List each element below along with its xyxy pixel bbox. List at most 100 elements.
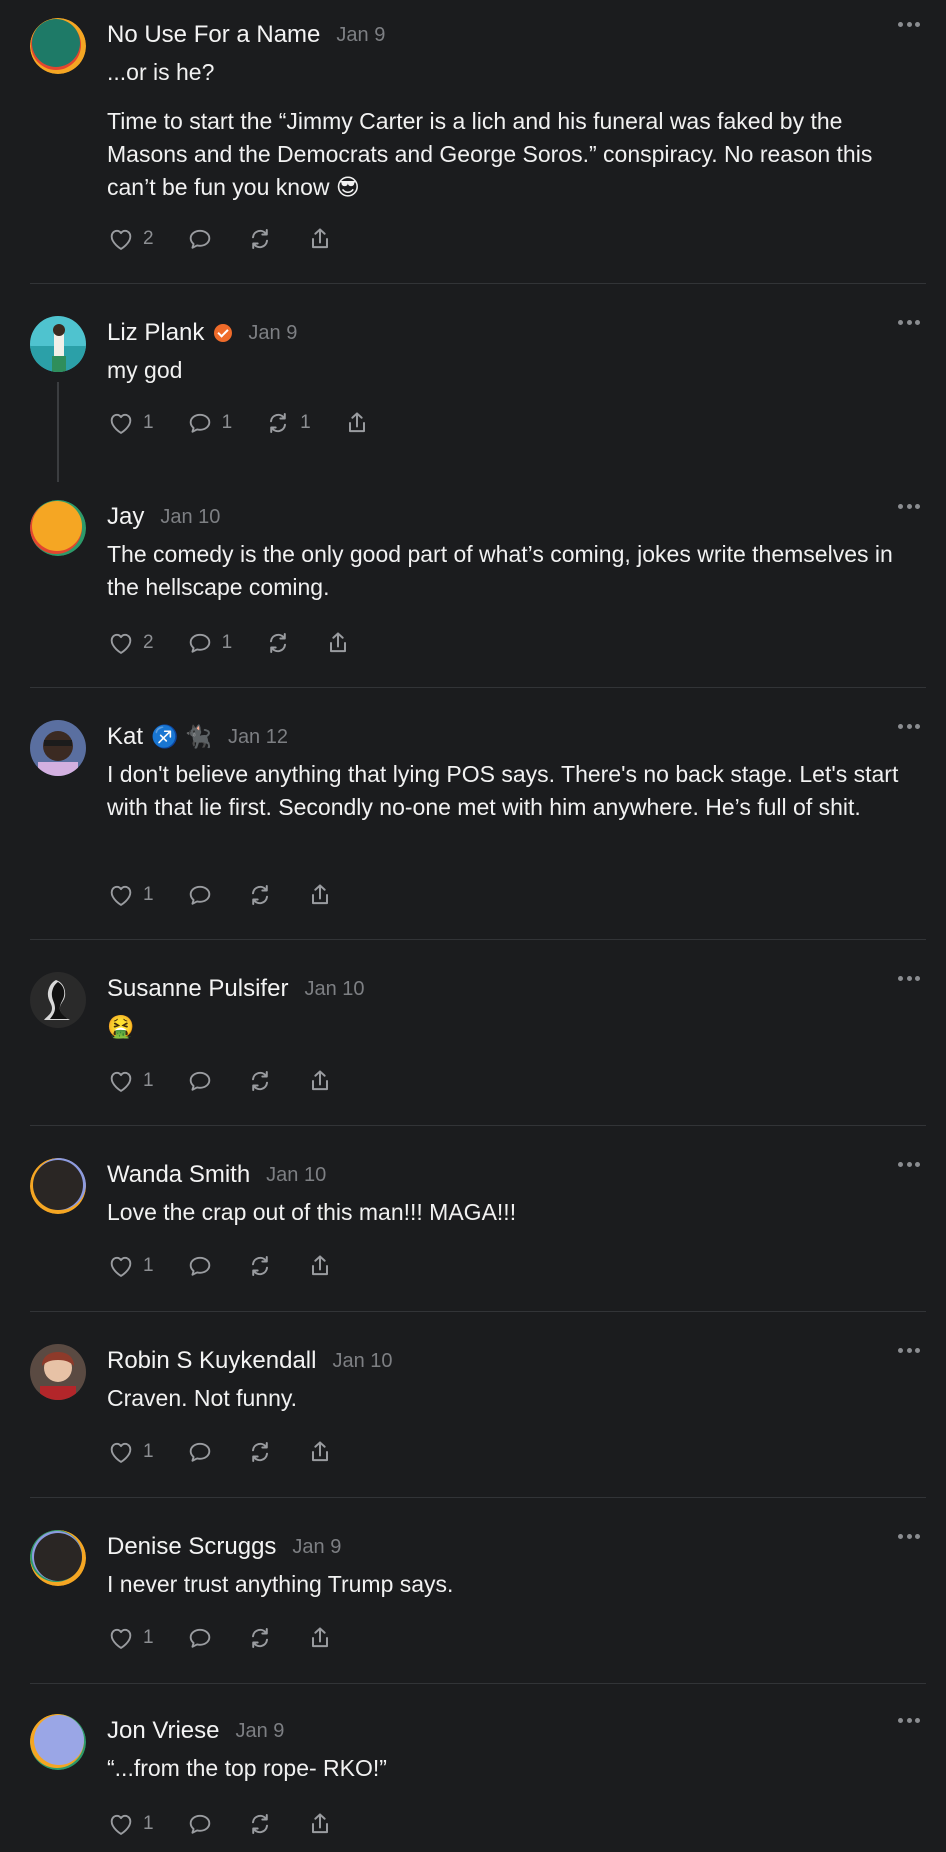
action-bar: 1 xyxy=(107,1809,366,1839)
repost-button[interactable]: 1 xyxy=(264,408,311,438)
share-button[interactable] xyxy=(306,1623,334,1653)
heart-icon xyxy=(110,885,132,906)
author-name[interactable]: Susanne Pulsifer xyxy=(107,975,288,1003)
repost-button[interactable] xyxy=(246,224,274,254)
comment-button[interactable] xyxy=(186,1623,214,1653)
more-icon[interactable] xyxy=(898,1348,920,1354)
comment-button[interactable]: 1 xyxy=(186,408,232,438)
share-button[interactable] xyxy=(343,408,371,438)
reply-post[interactable]: Wanda Smith Jan 10 Love the crap out of … xyxy=(0,1140,946,1312)
reply-post[interactable]: Kat ♐️ 🐈‍⬛ Jan 12 I don't believe anythi… xyxy=(0,702,946,940)
comment-button[interactable] xyxy=(186,1809,214,1839)
author-name[interactable]: Denise Scruggs xyxy=(107,1533,276,1561)
like-button[interactable]: 2 xyxy=(107,628,154,658)
repost-button[interactable] xyxy=(246,1623,274,1653)
heart-icon xyxy=(110,1628,132,1649)
avatar[interactable] xyxy=(30,720,86,776)
author-name[interactable]: Liz Plank xyxy=(107,319,204,347)
share-icon xyxy=(311,228,328,249)
post-date[interactable]: Jan 10 xyxy=(304,978,364,1001)
comment-button[interactable] xyxy=(186,224,214,254)
post-text-line: I don't believe anything that lying POS … xyxy=(107,761,899,820)
repost-icon xyxy=(251,885,268,905)
post-date[interactable]: Jan 9 xyxy=(236,1720,285,1743)
like-button[interactable]: 1 xyxy=(107,1437,154,1467)
repost-icon xyxy=(251,1442,268,1462)
more-icon[interactable] xyxy=(898,1534,920,1540)
comment-button[interactable]: 1 xyxy=(186,628,232,658)
like-button[interactable]: 1 xyxy=(107,1809,154,1839)
comment-button[interactable] xyxy=(186,1066,214,1096)
avatar[interactable] xyxy=(30,18,86,74)
more-icon[interactable] xyxy=(898,320,920,326)
post-date[interactable]: Jan 9 xyxy=(336,24,385,47)
divider xyxy=(30,1311,926,1312)
heart-icon xyxy=(110,1814,132,1835)
avatar[interactable] xyxy=(30,500,86,556)
comment-button[interactable] xyxy=(186,1437,214,1467)
share-button[interactable] xyxy=(306,224,334,254)
post-date[interactable]: Jan 12 xyxy=(228,726,288,749)
action-bar: 1 xyxy=(107,1623,366,1653)
more-icon[interactable] xyxy=(898,724,920,730)
repost-button[interactable] xyxy=(246,1809,274,1839)
like-button[interactable]: 1 xyxy=(107,408,154,438)
like-button[interactable]: 2 xyxy=(107,224,154,254)
author-name[interactable]: Wanda Smith xyxy=(107,1161,250,1189)
post-date[interactable]: Jan 10 xyxy=(332,1350,392,1373)
reply-post[interactable]: Liz Plank Jan 9 my god 1 1 1 xyxy=(0,298,946,482)
comment-button[interactable] xyxy=(186,880,214,910)
like-button[interactable]: 1 xyxy=(107,880,154,910)
reply-post[interactable]: Robin S Kuykendall Jan 10 Craven. Not fu… xyxy=(0,1326,946,1498)
author-name[interactable]: No Use For a Name xyxy=(107,21,320,49)
repost-button[interactable] xyxy=(264,628,292,658)
share-button[interactable] xyxy=(306,1251,334,1281)
repost-button[interactable] xyxy=(246,880,274,910)
action-bar: 2 xyxy=(107,224,366,254)
author-name[interactable]: Robin S Kuykendall xyxy=(107,1347,316,1375)
repost-button[interactable] xyxy=(246,1437,274,1467)
more-icon[interactable] xyxy=(898,976,920,982)
share-button[interactable] xyxy=(306,1809,334,1839)
post-date[interactable]: Jan 9 xyxy=(248,322,297,345)
author-name[interactable]: Jay xyxy=(107,503,144,531)
more-icon[interactable] xyxy=(898,504,920,510)
post-date[interactable]: Jan 10 xyxy=(266,1164,326,1187)
like-count: 1 xyxy=(143,884,154,905)
like-count: 1 xyxy=(143,1627,154,1648)
comment-button[interactable] xyxy=(186,1251,214,1281)
repost-icon xyxy=(251,229,268,249)
repost-button[interactable] xyxy=(246,1066,274,1096)
reply-post[interactable]: Susanne Pulsifer Jan 10 🤮 1 xyxy=(0,954,946,1126)
reply-post[interactable]: Denise Scruggs Jan 9 I never trust anyth… xyxy=(0,1512,946,1684)
post-text-line: Love the crap out of this man!!! MAGA!!! xyxy=(107,1199,517,1225)
share-button[interactable] xyxy=(306,1437,334,1467)
name-emoji: ♐️ 🐈‍⬛ xyxy=(151,724,212,749)
author-name[interactable]: Jon Vriese xyxy=(107,1717,220,1745)
share-button[interactable] xyxy=(306,1066,334,1096)
more-icon[interactable] xyxy=(898,22,920,28)
avatar[interactable] xyxy=(30,1714,86,1770)
avatar[interactable] xyxy=(30,972,86,1028)
reply-post[interactable]: Jon Vriese Jan 9 “...from the top rope- … xyxy=(0,1698,946,1852)
reply-post[interactable]: Jay Jan 10 The comedy is the only good p… xyxy=(0,482,946,688)
like-button[interactable]: 1 xyxy=(107,1623,154,1653)
author-name[interactable]: Kat xyxy=(107,723,143,751)
like-button[interactable]: 1 xyxy=(107,1251,154,1281)
reply-post[interactable]: No Use For a Name Jan 9 ...or is he? Tim… xyxy=(0,0,946,284)
share-button[interactable] xyxy=(306,880,334,910)
avatar[interactable] xyxy=(30,316,86,372)
share-icon xyxy=(311,1255,328,1276)
repost-button[interactable] xyxy=(246,1251,274,1281)
post-date[interactable]: Jan 10 xyxy=(160,506,220,529)
avatar[interactable] xyxy=(30,1158,86,1214)
share-button[interactable] xyxy=(324,628,352,658)
share-icon xyxy=(311,1627,328,1648)
avatar[interactable] xyxy=(30,1530,86,1586)
more-icon[interactable] xyxy=(898,1162,920,1168)
more-icon[interactable] xyxy=(898,1718,920,1724)
comment-icon xyxy=(189,1442,210,1462)
avatar[interactable] xyxy=(30,1344,86,1400)
like-button[interactable]: 1 xyxy=(107,1066,154,1096)
post-date[interactable]: Jan 9 xyxy=(292,1536,341,1559)
